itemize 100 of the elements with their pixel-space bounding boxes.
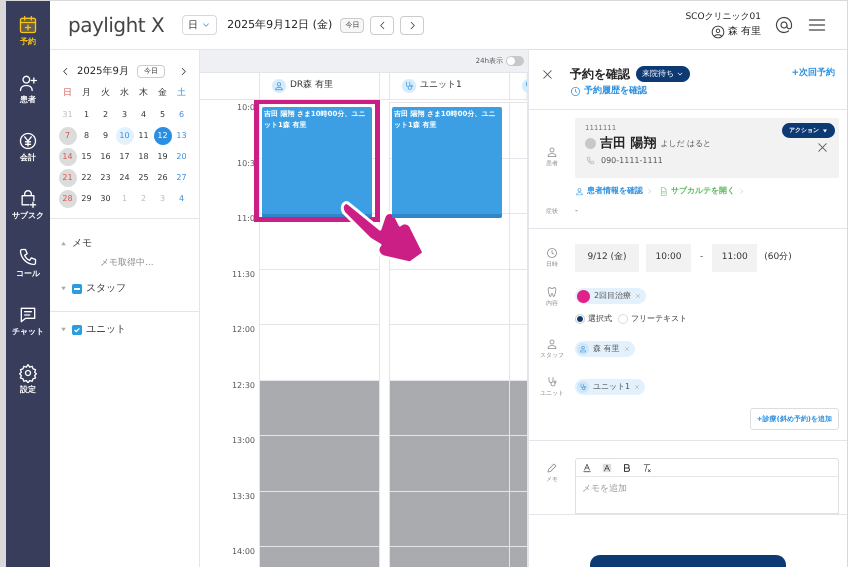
calendar-day[interactable]: 2 <box>96 106 114 124</box>
staff-tag[interactable]: 森 有里 <box>575 341 635 357</box>
calendar-day[interactable]: 20 <box>172 148 190 166</box>
patient-phone: 090-1111-1111 <box>601 154 663 166</box>
clock-icon <box>546 247 558 259</box>
radio-button[interactable] <box>575 314 585 324</box>
nav-item[interactable]: 予約 <box>6 15 50 73</box>
treatment-tag[interactable]: 2回目治療 <box>575 288 646 304</box>
unit-tag[interactable]: ユニット1 <box>575 379 646 395</box>
time-separator: - <box>700 251 704 264</box>
settings-icon <box>18 363 38 383</box>
view-select[interactable]: 日 <box>182 15 218 35</box>
weekday-label: 月 <box>81 87 92 100</box>
clear-format-icon[interactable] <box>642 462 652 472</box>
calendar-day[interactable]: 4 <box>172 190 190 208</box>
clock-icon <box>570 86 581 98</box>
current-date: 2025年9月12日 (金) <box>227 16 332 33</box>
font-color-icon[interactable] <box>582 462 592 472</box>
next-button[interactable] <box>400 16 424 34</box>
memo-editor[interactable]: メモを追加 <box>575 458 839 514</box>
duration-text: (60分) <box>764 251 792 264</box>
remove-icon[interactable] <box>634 384 640 390</box>
highlight-color-icon[interactable] <box>602 462 612 472</box>
calendar-day[interactable]: 22 <box>78 169 96 187</box>
phone-icon <box>586 156 595 165</box>
nav-item[interactable]: 会計 <box>6 131 50 189</box>
calendar-day[interactable]: 24 <box>116 169 134 187</box>
nav-item[interactable]: チャット <box>6 305 50 363</box>
calendar-day[interactable]: 19 <box>154 148 172 166</box>
nav-item[interactable]: コール <box>6 247 50 305</box>
radio-option[interactable]: 選択式 <box>575 313 612 325</box>
date-field[interactable]: 9/12 (金) <box>575 244 639 272</box>
calendar-day[interactable]: 29 <box>78 190 96 208</box>
person-icon <box>546 146 558 158</box>
app-logo: paylight X <box>68 15 164 35</box>
checkbox[interactable] <box>72 284 82 294</box>
chevron-right-icon <box>646 188 653 194</box>
calendar-day[interactable]: 17 <box>116 148 134 166</box>
document-icon <box>659 186 668 196</box>
disclosure-triangle-icon[interactable] <box>60 285 67 292</box>
phone-icon <box>18 247 38 267</box>
calendar-day[interactable]: 30 <box>96 190 114 208</box>
checkbox[interactable] <box>72 324 82 334</box>
weekday-label: 木 <box>138 86 149 100</box>
radio-button[interactable] <box>618 314 628 324</box>
calendar-day[interactable]: 13 <box>172 127 190 145</box>
memo-status: メモ取得中... <box>99 257 155 270</box>
remove-icon[interactable] <box>624 346 630 352</box>
memo-input[interactable]: メモを追加 <box>576 477 838 496</box>
calendar-day[interactable]: 5 <box>154 106 172 124</box>
calendar-day[interactable]: 9 <box>96 127 114 145</box>
person-icon <box>272 79 286 93</box>
calendar-day[interactable]: 6 <box>172 106 190 124</box>
chevron-down-icon <box>676 70 684 78</box>
weekday-label: 水 <box>119 86 130 100</box>
person-icon <box>546 338 558 350</box>
chevron-right-icon <box>738 188 745 194</box>
submit-button[interactable] <box>590 555 786 567</box>
calendar-icon <box>18 15 38 35</box>
end-time-field[interactable]: 11:00 <box>712 244 758 272</box>
calendar-day[interactable]: 11 <box>134 127 152 145</box>
pencil-icon <box>546 462 558 474</box>
person-icon <box>575 186 584 196</box>
user-circle-icon <box>710 24 725 39</box>
nav-item[interactable]: 患者 <box>6 73 50 131</box>
calendar-day[interactable]: 3 <box>116 106 134 124</box>
nav-item[interactable]: サブスク <box>6 189 50 247</box>
time-label: 11:30 <box>232 270 255 280</box>
section-title: ユニット <box>86 323 126 337</box>
section-title: スタッフ <box>86 282 126 296</box>
symptom-value: - <box>575 205 578 217</box>
status-dropdown[interactable]: 来院待ち <box>636 66 690 82</box>
calendar-day[interactable]: 16 <box>96 148 114 166</box>
radio-option[interactable]: フリーテキスト <box>618 313 687 325</box>
at-sign-icon[interactable] <box>775 16 793 34</box>
calendar-day[interactable]: 18 <box>134 148 152 166</box>
calendar-day[interactable]: 15 <box>78 148 96 166</box>
weekday-label: 金 <box>157 86 168 100</box>
weekday-label: 日 <box>62 87 73 100</box>
calendar-day[interactable]: 4 <box>134 106 152 124</box>
calendar-day[interactable]: 25 <box>134 169 152 187</box>
disclosure-triangle-icon[interactable] <box>60 240 67 246</box>
toggle-switch[interactable] <box>506 56 524 66</box>
close-icon[interactable] <box>541 68 554 80</box>
remove-icon[interactable] <box>635 293 642 299</box>
time-label: 13:30 <box>232 492 255 502</box>
user-plus-icon <box>18 73 38 93</box>
disclosure-triangle-icon[interactable] <box>60 326 67 333</box>
bold-icon[interactable] <box>622 462 632 472</box>
stethoscope-icon <box>577 381 589 393</box>
calendar-day[interactable]: 8 <box>78 127 96 145</box>
tooth-icon <box>546 286 558 298</box>
calendar-day[interactable]: 1 <box>78 106 96 124</box>
calendar-day[interactable]: 26 <box>154 169 172 187</box>
time-label: 14:00 <box>232 548 255 558</box>
previous-button[interactable] <box>370 16 394 34</box>
calendar-day[interactable]: 23 <box>96 169 114 187</box>
close-icon[interactable] <box>816 141 829 154</box>
start-time-field[interactable]: 10:00 <box>646 244 691 272</box>
nav-item[interactable]: 設定 <box>6 363 50 421</box>
